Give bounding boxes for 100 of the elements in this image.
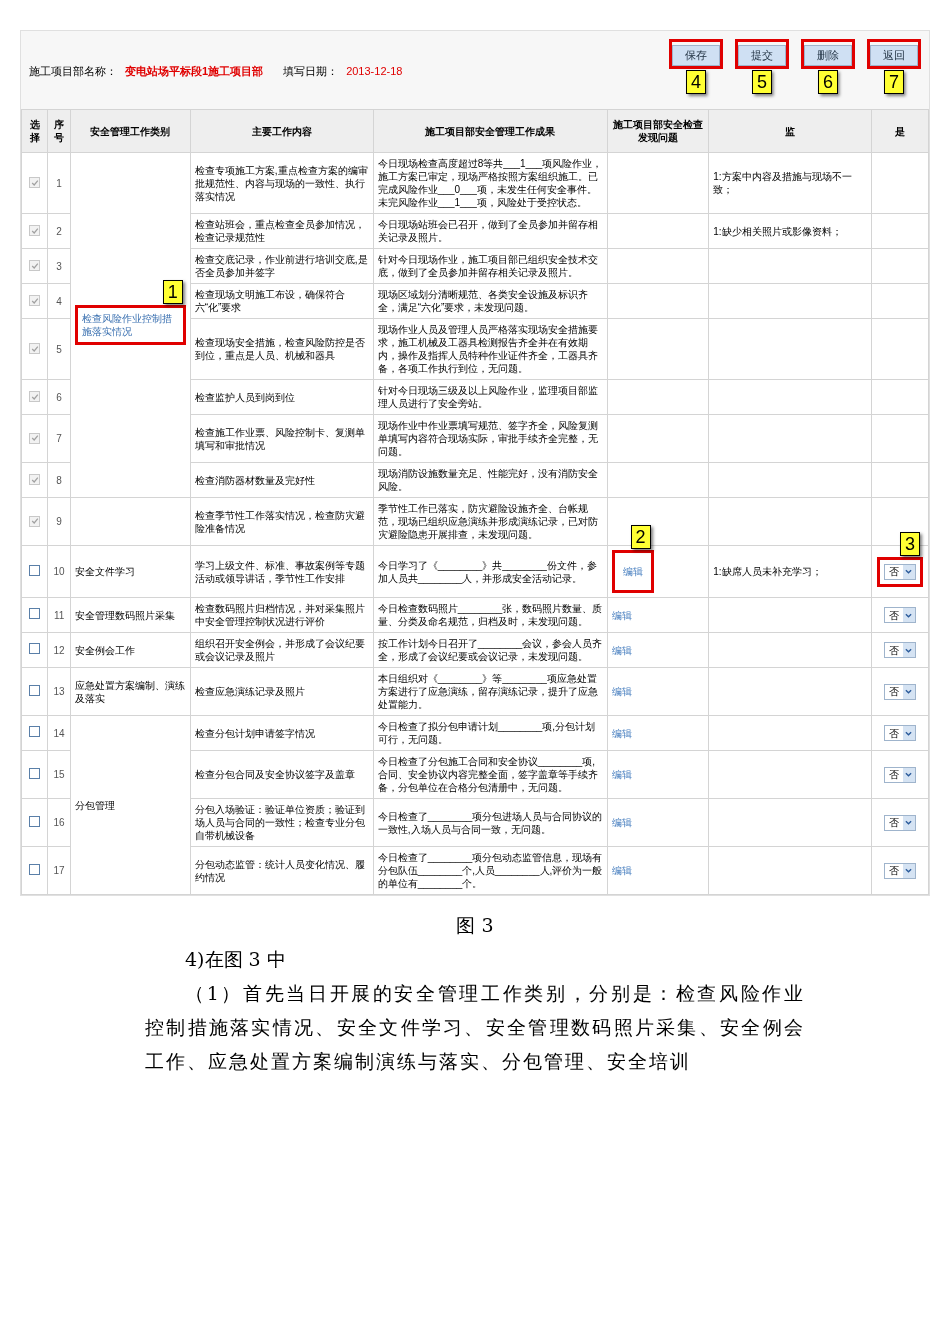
edit-link[interactable]: 编辑 <box>611 865 632 876</box>
edit-link[interactable]: 编辑 <box>611 686 632 697</box>
work-content: 检查交底记录，作业前进行培训交底,是否全员参加并签字 <box>194 254 368 278</box>
column-header: 选择 <box>29 119 40 143</box>
row-number: 2 <box>56 225 62 237</box>
checkbox[interactable] <box>29 863 41 875</box>
toolbar-button[interactable]: 提交 <box>738 45 786 66</box>
checkbox[interactable] <box>29 643 41 654</box>
project-label: 施工项目部名称： <box>29 64 117 79</box>
work-content: 检查季节性工作落实情况，检查防灾避险准备情况 <box>194 509 365 534</box>
work-result: 现场作业人员及管理人员严格落实现场安全措施要求，施工机械及工器具检测报告齐全并在有效期内，操作及指挥人员特种作业证件齐全，工器具齐备，各项工作执行到位，无问题。 <box>377 324 598 374</box>
row-number: 4 <box>56 295 62 307</box>
body-paragraph: （1）首先当日开展的安全管理工作类别，分别是：检查风险作业控制措施落实情况、安全文件学习、安全管理数码照片采集、安全例会工作、应急处置方案编制演练与落实、分包管理、安全培训 <box>145 981 805 1074</box>
callout-number: 3 <box>899 531 920 556</box>
work-content: 检查专项施工方案,重点检查方案的编审批规范性、内容与现场的一致性、执行落实情况 <box>194 164 368 202</box>
callout-number: 2 <box>630 525 651 549</box>
row-number: 1 <box>56 177 62 189</box>
edit-link[interactable]: 编辑 <box>622 566 643 577</box>
work-content: 学习上级文件、标准、事故案例等专题活动或领导讲话，季节性工作安排 <box>194 559 365 584</box>
chevron-down-icon <box>903 684 915 699</box>
edit-link[interactable]: 编辑 <box>611 609 632 621</box>
work-content: 检查消防器材数量及完好性 <box>194 474 315 486</box>
work-result: 今日检查数码照片________张，数码照片数量、质量、分类及命名规范，归档及时，未发现问题。 <box>377 603 603 627</box>
work-result: 今日检查了分包施工合同和安全协议________项,合同、安全协议内容完整全面，签字盖章等手续齐备，分包单位在合格分包清册中，无问题。 <box>377 756 598 793</box>
column-header: 施工项目部安全检查发现问题 <box>612 119 703 143</box>
problem-text: 1:方案中内容及措施与现场不一致； <box>713 171 852 195</box>
chevron-down-icon <box>903 564 915 579</box>
answer-dropdown[interactable]: 否 <box>884 607 916 623</box>
work-result: 现场区域划分清晰规范、各类安全设施及标识齐全，满足“六化”要求，未发现问题。 <box>377 289 588 313</box>
chevron-down-icon <box>903 767 915 782</box>
toolbar-button[interactable]: 删除 <box>804 45 852 66</box>
chevron-down-icon <box>903 643 915 657</box>
row-number: 5 <box>56 343 62 355</box>
column-header: 安全管理工作类别 <box>90 125 171 137</box>
work-result: 本日组织对《________》等________项应急处置方案进行了应急演练，留存演练记录，提升了应急处置能力。 <box>377 673 598 710</box>
work-result: 按工作计划今日召开了________会议，参会人员齐全，形成了会议纪要或会议记录，未发现问题。 <box>377 638 603 662</box>
toolbar-button[interactable]: 返回 <box>870 45 918 66</box>
callout-number: 5 <box>752 70 772 94</box>
checkmark-icon <box>30 226 39 235</box>
row-number: 14 <box>53 727 65 739</box>
edit-link[interactable]: 编辑 <box>611 727 632 739</box>
checkmark-icon <box>30 261 39 270</box>
work-result: 今日现场检查高度超过8等共___1___项风险作业，施工方案已审定，现场严格按照方案组织施工。已完成风险作业___0___项，未发生任何安全事件。未完风险作业___1___项，风险处于受控状态。 <box>377 158 603 208</box>
project-name: 变电站场平标段1施工项目部 <box>125 64 264 79</box>
answer-dropdown[interactable]: 否 <box>884 642 916 658</box>
answer-dropdown[interactable]: 否 <box>884 766 916 783</box>
answer-dropdown[interactable]: 否 <box>884 862 916 879</box>
callout-number: 7 <box>884 70 904 94</box>
work-result: 今日检查了________项分包进场人员与合同协议的一致性,入场人员与合同一致，无问题。 <box>377 810 603 835</box>
edit-link[interactable]: 编辑 <box>611 644 632 656</box>
work-result: 今日检查了拟分包申请计划________项,分包计划可行，无问题。 <box>377 721 596 745</box>
row-number: 3 <box>56 260 62 272</box>
answer-dropdown[interactable]: 否 <box>884 563 916 580</box>
checkmark-icon <box>30 517 39 525</box>
checkmark-icon <box>30 434 39 442</box>
checkmark-icon <box>30 344 39 353</box>
work-content: 分包入场验证：验证单位资质；验证到场人员与合同的一致性；检查专业分包自带机械设备 <box>194 804 365 841</box>
chevron-down-icon <box>903 863 915 878</box>
category-text: 应急处置方案编制、演练及落实 <box>74 678 186 705</box>
chevron-down-icon <box>903 608 915 622</box>
checkbox[interactable] <box>29 564 41 576</box>
row-number: 9 <box>56 516 62 527</box>
checkbox[interactable] <box>29 815 41 827</box>
category-text: 安全例会工作 <box>74 643 136 657</box>
work-content: 检查现场安全措施，检查风险防控是否到位，重点是人员、机械和器具 <box>194 337 365 361</box>
answer-dropdown[interactable]: 否 <box>884 814 916 831</box>
row-number: 13 <box>53 686 65 697</box>
row-number: 6 <box>56 391 62 403</box>
chevron-down-icon <box>903 815 915 830</box>
row-number: 15 <box>53 769 65 780</box>
figure-caption: 图 3 <box>456 914 494 936</box>
callout-number: 6 <box>818 70 838 94</box>
work-result: 今日学习了《________》共________份文件，参加人员共________人，并形成安全活动记录。 <box>377 559 597 584</box>
checkbox[interactable] <box>29 726 41 737</box>
row-number: 12 <box>53 644 65 656</box>
work-content: 检查施工作业票、风险控制卡、复测单填写和审批情况 <box>194 426 365 451</box>
column-header: 序号 <box>54 119 65 143</box>
work-content: 检查现场文明施工布设，确保符合六“化”要求 <box>194 289 345 313</box>
column-header: 施工项目部安全管理工作成果 <box>425 125 556 137</box>
work-content: 组织召开安全例会，并形成了会议纪要或会议记录及照片 <box>194 638 365 662</box>
edit-link[interactable]: 编辑 <box>611 769 632 780</box>
column-header: 主要工作内容 <box>251 125 312 137</box>
work-content: 检查站班会，重点检查全员参加情况，检查记录规范性 <box>194 219 365 243</box>
checkmark-icon <box>30 392 39 401</box>
edit-link[interactable]: 编辑 <box>611 817 632 828</box>
work-result: 现场作业中作业票填写规范、签字齐全，风险复测单填写内容符合现场实际，审批手续齐全完整，无问题。 <box>377 420 598 457</box>
checkbox[interactable] <box>29 684 41 696</box>
toolbar-button[interactable]: 保存 <box>672 45 720 66</box>
checkbox[interactable] <box>29 767 41 779</box>
row-number: 7 <box>56 433 62 444</box>
work-content: 检查数码照片归档情况，并对采集照片中安全管理控制状况进行评价 <box>194 603 365 627</box>
problem-text: 1:缺少相关照片或影像资料； <box>713 225 842 237</box>
checkbox[interactable] <box>29 608 41 619</box>
answer-dropdown[interactable]: 否 <box>884 683 916 700</box>
chevron-down-icon <box>903 726 915 740</box>
row-number: 11 <box>53 609 65 621</box>
row-number: 16 <box>53 817 65 828</box>
answer-dropdown[interactable]: 否 <box>884 725 916 741</box>
work-result: 今日现场站班会已召开，做到了全员参加并留存相关记录及照片。 <box>377 219 598 243</box>
work-content: 分包动态监管：统计人员变化情况、履约情况 <box>194 858 365 883</box>
